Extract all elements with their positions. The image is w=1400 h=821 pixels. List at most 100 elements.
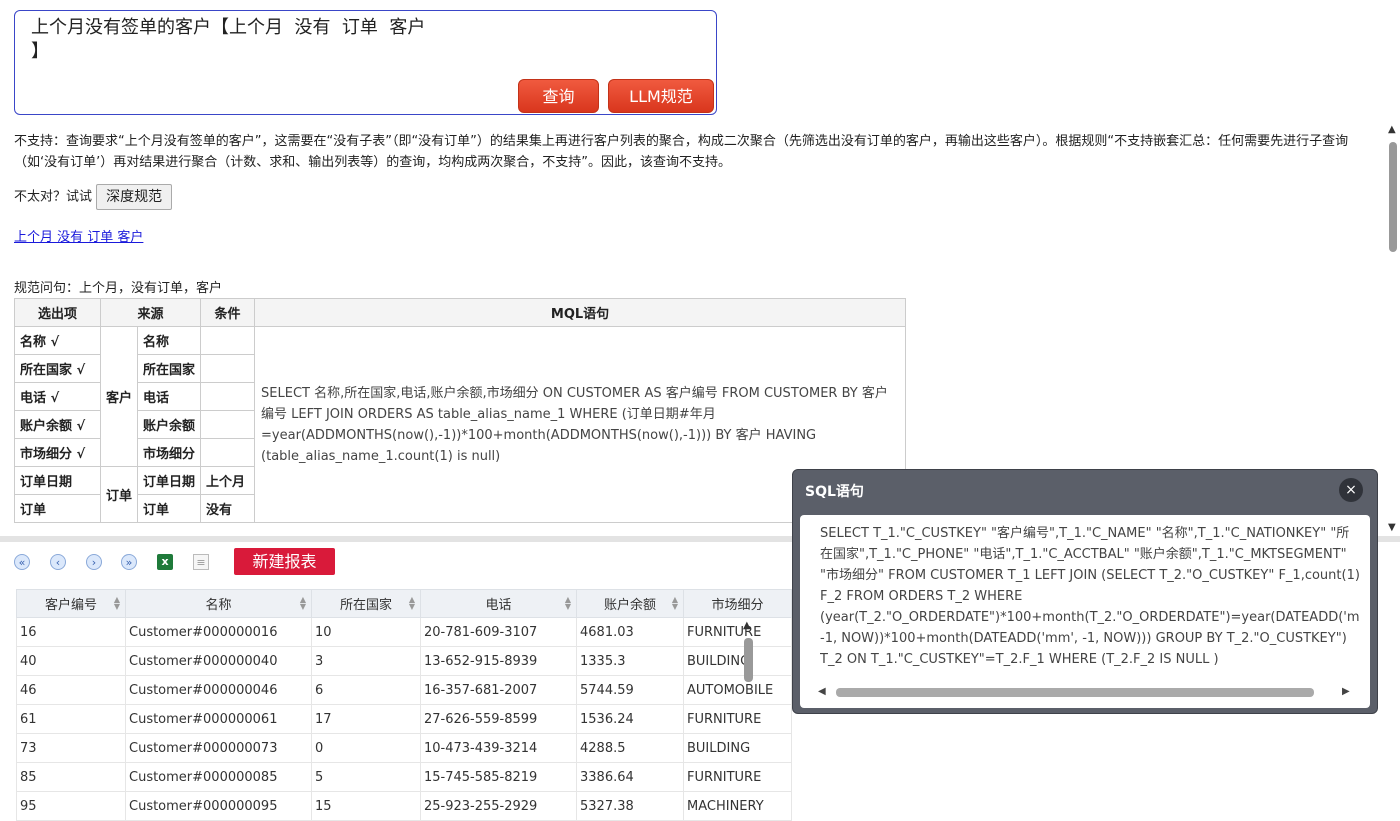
scroll-right-icon[interactable]: ▶: [1342, 686, 1350, 697]
scroll-thumb[interactable]: [744, 638, 753, 682]
grid-header-nation[interactable]: 所在国家 ▲ ▼: [311, 589, 421, 618]
select-item: 名称 √: [14, 326, 101, 355]
mql-header-select: 选出项: [14, 298, 101, 327]
sort-icon[interactable]: ▲ ▼: [565, 596, 571, 611]
select-item: 市场细分 √: [14, 438, 101, 467]
cell: Customer#000000016: [125, 617, 312, 647]
cell: FURNITURE: [683, 617, 792, 647]
sort-icon[interactable]: ▲ ▼: [300, 596, 306, 611]
table-row[interactable]: 16 Customer#000000016 10 20-781-609-3107 468…: [16, 617, 792, 647]
query-input-box[interactable]: 上个月没有签单的客户【上个月 没有 订单 客户 】 查询 LLM规范: [14, 10, 717, 115]
first-page-icon[interactable]: «: [14, 554, 30, 570]
cell: 15: [311, 791, 421, 821]
deep-normalize-button[interactable]: 深度规范: [96, 184, 173, 210]
cell: 5: [311, 762, 421, 792]
table-row[interactable]: 95 Customer#000000095 15 25-923-255-2929 532…: [16, 791, 792, 821]
cell: 5744.59: [576, 675, 684, 705]
cell: BUILDING: [683, 646, 792, 676]
source-item: 所在国家: [137, 354, 202, 383]
cell: 4288.5: [576, 733, 684, 763]
llm-normalize-button[interactable]: LLM规范: [608, 79, 714, 113]
cell: 15-745-585-8219: [420, 762, 577, 792]
cell: 4681.03: [576, 617, 684, 647]
scroll-left-icon[interactable]: ◀: [818, 686, 826, 697]
cell: Customer#000000095: [125, 791, 312, 821]
grid-header-name[interactable]: 名称 ▲ ▼: [125, 589, 312, 618]
cell: 6: [311, 675, 421, 705]
cell: 3: [311, 646, 421, 676]
new-report-button[interactable]: 新建报表: [234, 548, 335, 575]
prev-page-icon[interactable]: ‹: [50, 554, 66, 570]
suggestion-link[interactable]: 上个月 没有 订单 客户: [14, 226, 143, 245]
condition-item: [200, 354, 256, 383]
scroll-up-icon[interactable]: ▲: [743, 620, 751, 631]
select-item: 订单日期: [14, 466, 101, 495]
grid-header-balance[interactable]: 账户余额 ▲ ▼: [576, 589, 684, 618]
excel-export-icon[interactable]: x: [157, 554, 173, 570]
source-item: 名称: [137, 326, 202, 355]
cell: Customer#000000061: [125, 704, 312, 734]
next-page-icon[interactable]: ›: [86, 554, 102, 570]
cell: Customer#000000085: [125, 762, 312, 792]
grid-header-segment[interactable]: 市场细分: [683, 589, 792, 618]
sort-icon[interactable]: ▲ ▼: [672, 596, 678, 611]
cell: 16: [16, 617, 126, 647]
sort-icon[interactable]: ▲ ▼: [409, 596, 415, 611]
table-row[interactable]: 85 Customer#000000085 5 15-745-585-8219 3386…: [16, 762, 792, 792]
select-item: 电话 √: [14, 382, 101, 411]
cell: 95: [16, 791, 126, 821]
cell: 10: [311, 617, 421, 647]
mql-header-source: 来源: [99, 298, 202, 327]
grid-scrollbar[interactable]: ▲: [742, 620, 756, 810]
cell: 1536.24: [576, 704, 684, 734]
top-pane-scrollbar[interactable]: ▲ ▼: [1386, 124, 1400, 534]
scroll-thumb[interactable]: [836, 688, 1314, 697]
source-item: 订单日期: [137, 466, 202, 495]
cell: AUTOMOBILE: [683, 675, 792, 705]
sql-dialog: SQL语句 × SELECT T_1."C_CUSTKEY" "客户编号",T_…: [792, 469, 1378, 714]
table-row[interactable]: 73 Customer#000000073 0 10-473-439-3214 4288…: [16, 733, 792, 763]
scroll-down-icon[interactable]: ▼: [1388, 522, 1396, 533]
select-item: 所在国家 √: [14, 354, 101, 383]
cell: 3386.64: [576, 762, 684, 792]
cell: FURNITURE: [683, 762, 792, 792]
cell: MACHINERY: [683, 791, 792, 821]
mql-header-statement: MQL语句: [254, 298, 907, 327]
cell: 10-473-439-3214: [420, 733, 577, 763]
cell: 16-357-681-2007: [420, 675, 577, 705]
retry-row: 不太对？试试 深度规范: [14, 184, 173, 211]
close-icon[interactable]: ×: [1339, 478, 1363, 502]
source-group-order: 订单: [99, 466, 139, 523]
table-row[interactable]: 46 Customer#000000046 6 16-357-681-2007 5744…: [16, 675, 792, 705]
query-button[interactable]: 查询: [518, 79, 599, 113]
condition-item: [200, 410, 256, 439]
cell: 85: [16, 762, 126, 792]
result-grid: 客户编号 ▲ ▼ 名称 ▲ ▼ 所在国家 ▲ ▼ 电话 ▲ ▼ 账户余额 ▲ ▼ 市场细分 16 Cu…: [16, 589, 792, 821]
cell: 27-626-559-8599: [420, 704, 577, 734]
condition-item: 没有: [200, 494, 256, 523]
cell: 61: [16, 704, 126, 734]
cell: 20-781-609-3107: [420, 617, 577, 647]
cell: 0: [311, 733, 421, 763]
table-row[interactable]: 40 Customer#000000040 3 13-652-915-8939 1335…: [16, 646, 792, 676]
cell: Customer#000000040: [125, 646, 312, 676]
document-icon[interactable]: ≡: [193, 554, 209, 570]
table-row[interactable]: 61 Customer#000000061 17 27-626-559-8599 153…: [16, 704, 792, 734]
cell: 40: [16, 646, 126, 676]
sort-icon[interactable]: ▲ ▼: [114, 596, 120, 611]
dialog-title: SQL语句: [805, 484, 864, 500]
source-group-customer: 客户: [99, 326, 139, 467]
last-page-icon[interactable]: »: [121, 554, 137, 570]
cell: 17: [311, 704, 421, 734]
scroll-thumb[interactable]: [1389, 142, 1397, 252]
horizontal-scrollbar[interactable]: ◀ ▶: [812, 685, 1358, 699]
grid-header-custkey[interactable]: 客户编号 ▲ ▼: [16, 589, 126, 618]
scroll-up-icon[interactable]: ▲: [1388, 124, 1396, 135]
select-item: 账户余额 √: [14, 410, 101, 439]
cell: 5327.38: [576, 791, 684, 821]
select-item: 订单: [14, 494, 101, 523]
grid-header-phone[interactable]: 电话 ▲ ▼: [420, 589, 577, 618]
cell: 73: [16, 733, 126, 763]
mql-table: 选出项 来源 条件 MQL语句 名称 √ 客户 名称 SELECT 名称,所在国…: [14, 298, 907, 523]
query-input[interactable]: 上个月没有签单的客户【上个月 没有 订单 客户 】: [31, 16, 451, 64]
